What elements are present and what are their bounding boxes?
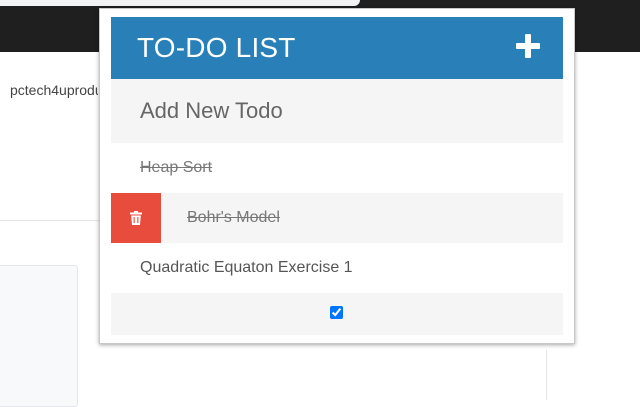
extension-popup: TO-DO LIST Heap Sort bbox=[99, 8, 575, 344]
todo-item-text: Heap Sort bbox=[140, 159, 213, 176]
todo-footer bbox=[111, 293, 563, 335]
todo-item[interactable]: Quadratic Equaton Exercise 1 bbox=[111, 243, 563, 293]
background-vertical-line bbox=[546, 350, 547, 400]
todo-header: TO-DO LIST bbox=[111, 17, 563, 79]
trash-icon bbox=[130, 211, 142, 225]
todo-item-text: Bohr's Model bbox=[187, 209, 280, 226]
new-todo-input[interactable] bbox=[111, 79, 563, 143]
plus-icon[interactable] bbox=[515, 33, 541, 59]
toggle-all-checkbox[interactable] bbox=[330, 306, 343, 319]
todo-item[interactable]: Bohr's Model bbox=[111, 193, 563, 243]
todo-card: TO-DO LIST Heap Sort bbox=[111, 17, 563, 335]
todo-list: Heap Sort Bohr's Model Quadratic Equaton… bbox=[111, 143, 563, 293]
page-title: TO-DO LIST bbox=[137, 32, 296, 63]
delete-todo-button[interactable] bbox=[111, 193, 161, 243]
background-site-text: pctech4uproduc bbox=[10, 82, 98, 98]
toolbar-strip bbox=[0, 0, 360, 6]
todo-item[interactable]: Heap Sort bbox=[111, 143, 563, 193]
todo-item-text: Quadratic Equaton Exercise 1 bbox=[140, 259, 353, 276]
background-card bbox=[0, 265, 78, 407]
